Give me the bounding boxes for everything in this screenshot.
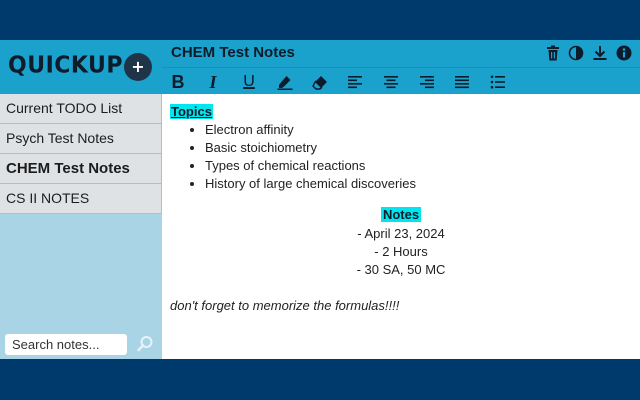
theme-contrast-icon[interactable] — [568, 45, 584, 61]
sidebar: QUICKUP + Current TODO List Psych Test N… — [0, 40, 162, 359]
highlighter-icon[interactable] — [275, 72, 295, 92]
list-item: Types of chemical reactions — [205, 157, 416, 175]
align-justify-icon[interactable] — [452, 72, 472, 92]
italic-icon[interactable]: I — [203, 72, 223, 92]
list-item: History of large chemical discoveries — [205, 175, 416, 193]
note-header: CHEM Test Notes — [162, 40, 640, 67]
notes-line: - 2 Hours — [374, 244, 428, 259]
align-left-icon[interactable] — [345, 72, 365, 92]
sidebar-item-cs-ii-notes[interactable]: CS II NOTES — [0, 184, 162, 214]
topics-list: Electron affinity Basic stoichiometry Ty… — [205, 121, 416, 193]
eraser-icon[interactable] — [310, 72, 330, 92]
note-editor[interactable]: Topics Electron affinity Basic stoichiom… — [162, 94, 640, 359]
app-window: QUICKUP + Current TODO List Psych Test N… — [0, 40, 640, 359]
app-logo: QUICKUP — [8, 52, 124, 79]
notes-heading: Notes — [380, 207, 422, 222]
sidebar-item-chem-test-notes[interactable]: CHEM Test Notes — [0, 154, 162, 184]
search-input[interactable] — [5, 334, 127, 355]
add-note-button[interactable]: + — [124, 53, 152, 81]
list-item: Electron affinity — [205, 121, 416, 139]
bullet-list-icon[interactable] — [488, 72, 508, 92]
align-right-icon[interactable] — [417, 72, 437, 92]
trash-icon[interactable] — [545, 45, 561, 61]
notes-line: - 30 SA, 50 MC — [356, 262, 446, 277]
bold-icon[interactable]: B — [168, 72, 188, 92]
download-icon[interactable] — [592, 45, 608, 61]
underline-icon[interactable]: U — [239, 72, 259, 92]
formatting-toolbar: B I U — [162, 67, 640, 94]
sidebar-item-current-todo-list[interactable]: Current TODO List — [0, 94, 162, 124]
logo-bar: QUICKUP + — [0, 40, 162, 94]
search-icon[interactable] — [136, 335, 154, 353]
sidebar-item-psych-test-notes[interactable]: Psych Test Notes — [0, 124, 162, 154]
notes-line: - April 23, 2024 — [357, 226, 445, 241]
reminder-text: don't forget to memorize the formulas!!!… — [170, 298, 400, 313]
list-item: Basic stoichiometry — [205, 139, 416, 157]
align-center-icon[interactable] — [381, 72, 401, 92]
info-icon[interactable] — [616, 45, 632, 61]
topics-heading: Topics — [170, 104, 213, 119]
page-title: CHEM Test Notes — [171, 44, 295, 61]
